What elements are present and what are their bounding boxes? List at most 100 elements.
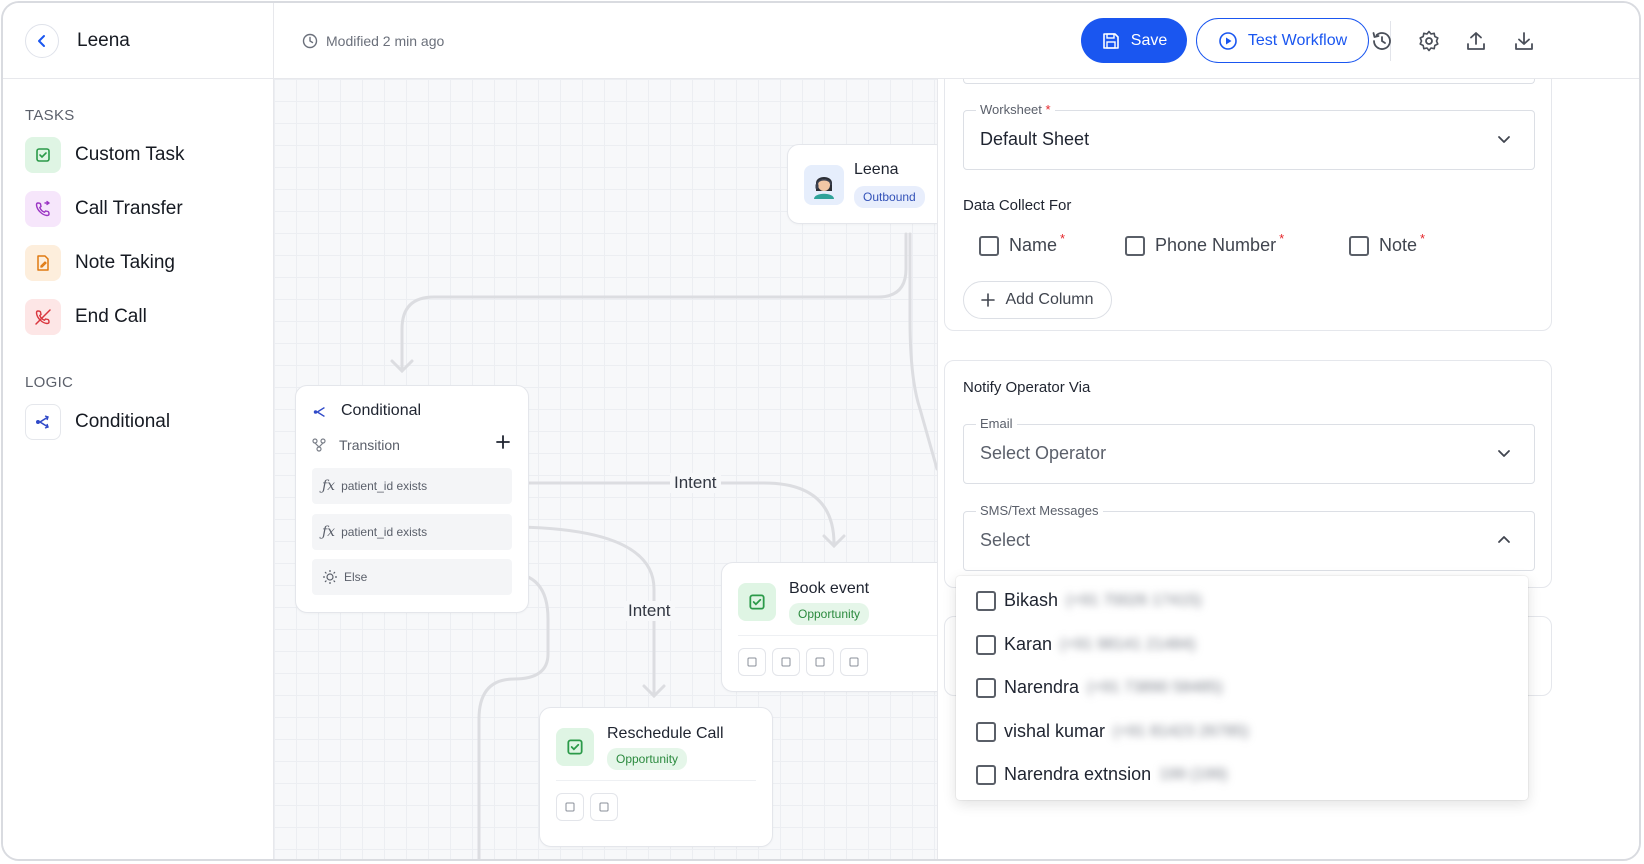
checkbox[interactable] (976, 764, 996, 785)
data-collect-title: Data Collect For (963, 197, 1072, 214)
download-icon[interactable] (1510, 27, 1538, 55)
action-icon[interactable] (806, 648, 834, 676)
sms-operator-select[interactable]: SMS/Text Messages Select (963, 503, 1535, 571)
transition-label: Transition (339, 437, 400, 453)
condition-row[interactable]: ƒx patient_id exists (312, 468, 512, 504)
back-button[interactable] (25, 23, 59, 58)
checkbox[interactable] (976, 677, 996, 698)
node-actions (556, 793, 624, 821)
notify-operator-card: Notify Operator Via Email Select Operato… (944, 360, 1552, 588)
email-operator-select[interactable]: Email Select Operator (963, 416, 1535, 484)
worksheet-value: Default Sheet (980, 129, 1090, 149)
upload-icon[interactable] (1462, 27, 1490, 55)
operator-option[interactable]: vishal kumar (+91 81423 26785) (976, 721, 1249, 742)
sidebar-item-label: Custom Task (75, 144, 185, 165)
action-icon[interactable] (840, 648, 868, 676)
checkbox[interactable] (976, 721, 996, 742)
operator-dropdown: Bikash (+91 70026 17415) Karan (+91 9814… (956, 576, 1528, 800)
sidebar-item-label: Call Transfer (75, 198, 183, 219)
notify-title: Notify Operator Via (963, 379, 1091, 396)
operator-name: Narendra extnsion (1004, 764, 1152, 784)
action-icon[interactable] (590, 793, 618, 821)
end-call-icon (25, 299, 61, 335)
reschedule-call-node[interactable]: Reschedule Call Opportunity (539, 707, 773, 847)
play-circle-icon (1219, 31, 1237, 50)
data-collection-card: Worksheet * Default Sheet Data Collect F… (944, 79, 1552, 331)
checklist-icon (25, 137, 61, 173)
sidebar-header: Leena (3, 3, 273, 79)
tasks-heading: TASKS (25, 107, 75, 124)
worksheet-select[interactable]: Worksheet * Default Sheet (963, 102, 1535, 170)
sidebar-item-custom-task[interactable]: Custom Task (25, 132, 273, 178)
opportunity-badge: Opportunity (789, 603, 870, 625)
operator-option[interactable]: Narendra extnsion 199 (199) (976, 764, 1228, 785)
checklist-icon (556, 728, 594, 766)
action-icon[interactable] (556, 793, 584, 821)
checkbox-label: Name (1009, 235, 1058, 255)
operator-name: Narendra (1004, 677, 1080, 697)
checkbox[interactable] (979, 235, 999, 256)
transition-icon (312, 438, 326, 452)
operator-option[interactable]: Karan (+91 98141 21484) (976, 634, 1196, 655)
outbound-badge: Outbound (854, 186, 925, 208)
operator-phone: (+91 70026 17415) (1066, 591, 1202, 609)
sidebar-item-end-call[interactable]: End Call (25, 294, 273, 340)
save-button[interactable]: Save (1081, 18, 1187, 63)
sidebar-item-label: Note Taking (75, 252, 175, 273)
clock-icon (302, 33, 318, 48)
name-checkbox[interactable]: Name * (979, 231, 1065, 256)
book-event-node[interactable]: Book event Opportunity (721, 562, 937, 692)
settings-icon[interactable] (1415, 27, 1443, 55)
test-workflow-button[interactable]: Test Workflow (1196, 18, 1369, 63)
condition-text: patient_id exists (341, 479, 428, 493)
sidebar: Leena TASKS Custom Task Call Transfer No… (3, 3, 274, 859)
operator-option[interactable]: Narendra (+91 73890 58485) (976, 677, 1223, 698)
sidebar-item-call-transfer[interactable]: Call Transfer (25, 186, 273, 232)
add-transition-button[interactable] (495, 434, 511, 450)
function-icon: ƒx (322, 478, 336, 494)
operator-option[interactable]: Bikash (+91 70026 17415) (976, 590, 1202, 611)
operator-phone: (+91 98141 21484) (1060, 635, 1196, 653)
plus-icon (981, 293, 996, 307)
workflow-canvas[interactable]: Intent Intent Leena Outbound Conditional… (274, 79, 937, 859)
phone-number-checkbox[interactable]: Phone Number * (1125, 231, 1284, 256)
operator-name: Karan (1004, 634, 1053, 654)
email-placeholder: Select Operator (980, 443, 1107, 463)
checkbox-label: Phone Number (1155, 235, 1277, 255)
operator-name: Bikash (1004, 590, 1059, 610)
start-node-title: Leena (854, 161, 899, 178)
action-icon[interactable] (772, 648, 800, 676)
else-row[interactable]: Else (312, 559, 512, 595)
reschedule-call-title: Reschedule Call (607, 725, 724, 742)
history-icon[interactable] (1368, 27, 1396, 55)
worksheet-label: Worksheet * (976, 102, 1055, 117)
modified-status: Modified 2 min ago (302, 33, 444, 49)
checkbox[interactable] (1125, 235, 1145, 256)
chevron-up-icon (1498, 536, 1510, 543)
add-column-button[interactable]: Add Column (963, 281, 1112, 319)
condition-text: patient_id exists (341, 525, 428, 539)
sidebar-item-label: Conditional (75, 411, 171, 432)
sidebar-item-note-taking[interactable]: Note Taking (25, 240, 273, 286)
test-workflow-label: Test Workflow (1247, 31, 1348, 49)
plus-icon (496, 435, 510, 449)
sidebar-item-label: End Call (75, 306, 147, 327)
edge-label-intent: Intent (670, 473, 721, 493)
checkbox[interactable] (976, 634, 996, 655)
conditional-node-title: Conditional (341, 402, 422, 419)
checkbox[interactable] (1349, 235, 1369, 256)
checkbox[interactable] (976, 590, 996, 611)
sidebar-item-conditional[interactable]: Conditional (25, 399, 273, 445)
note-checkbox[interactable]: Note * (1349, 231, 1425, 256)
top-bar: Modified 2 min ago Save Test Workflow (274, 3, 1639, 79)
action-icon[interactable] (738, 648, 766, 676)
start-node[interactable]: Leena Outbound (787, 144, 937, 224)
opportunity-badge: Opportunity (607, 748, 688, 770)
node-actions (738, 648, 874, 676)
email-label: Email (976, 416, 1017, 431)
condition-row[interactable]: ƒx patient_id exists (312, 514, 512, 550)
branch-icon (25, 404, 61, 440)
conditional-node[interactable]: Conditional Transition ƒx patient_id exi… (295, 385, 529, 613)
chevron-down-icon (1498, 136, 1510, 143)
properties-panel: Worksheet * Default Sheet Data Collect F… (937, 79, 1639, 859)
